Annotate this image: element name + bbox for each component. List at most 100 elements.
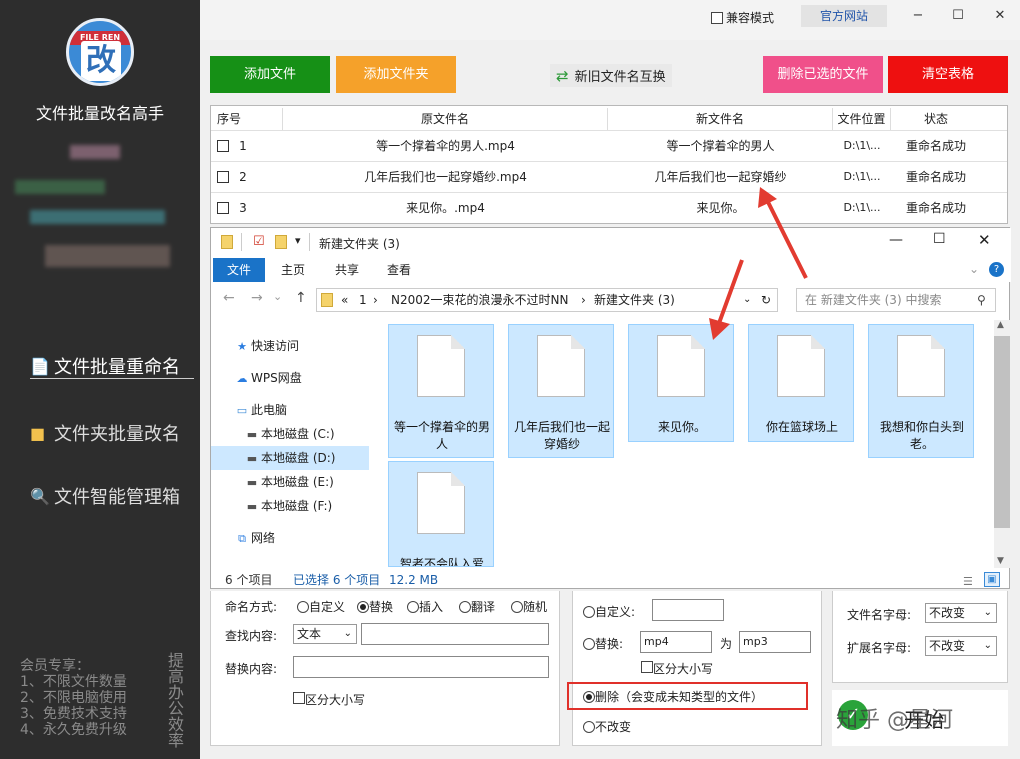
find-type-select[interactable]: 文本 ⌄ — [293, 624, 357, 644]
large-icons-view-icon[interactable]: ▣ — [984, 572, 1000, 587]
scrollbar-thumb[interactable] — [994, 336, 1010, 528]
file-tile[interactable]: 你在篮球场上 — [748, 324, 854, 442]
radio-replace[interactable] — [357, 601, 369, 613]
properties-icon[interactable]: ☑ — [253, 234, 265, 249]
clear-table-button[interactable]: 清空表格 — [888, 56, 1008, 93]
tree-drive-d[interactable]: ▬ 本地磁盘 (D:) — [211, 446, 369, 470]
mode-insert-option[interactable]: 插入 — [407, 598, 443, 615]
col-header-status[interactable]: 状态 — [891, 108, 981, 130]
radio-insert[interactable] — [407, 601, 419, 613]
help-icon[interactable]: ? — [989, 262, 1004, 277]
chevron-down-icon[interactable]: ⌄ — [969, 262, 979, 276]
mode-random-option[interactable]: 随机 — [511, 598, 547, 615]
new-folder-icon[interactable] — [275, 235, 287, 249]
address-segment[interactable]: 新建文件夹 (3) — [594, 289, 675, 311]
file-tile[interactable]: 来见你。 — [628, 324, 734, 442]
radio-translate[interactable] — [459, 601, 471, 613]
mode-custom-option[interactable]: 自定义 — [297, 598, 345, 615]
radio-custom[interactable] — [297, 601, 309, 613]
ext-keep-option[interactable]: 不改变 — [583, 718, 631, 735]
back-icon[interactable]: ← — [223, 290, 235, 306]
delete-selected-button[interactable]: 删除已选的文件 — [763, 56, 883, 93]
radio-ext-delete[interactable] — [583, 691, 595, 703]
tree-drive-f[interactable]: ▬ 本地磁盘 (F:) — [243, 494, 403, 518]
tree-drive-c[interactable]: ▬ 本地磁盘 (C:) — [243, 422, 403, 446]
row-checkbox[interactable] — [217, 202, 229, 214]
details-view-icon[interactable]: ☰ — [963, 572, 973, 592]
tree-this-pc[interactable]: ▭ 此电脑 — [233, 398, 393, 422]
ext-case-checkbox[interactable] — [641, 661, 653, 673]
radio-ext-custom[interactable] — [583, 606, 595, 618]
add-folder-button[interactable]: 添加文件夹 — [336, 56, 456, 93]
tree-quick-access[interactable]: ★ 快速访问 — [233, 334, 393, 358]
file-tile[interactable]: 智者不会队入爱 — [388, 461, 494, 567]
file-name: 智者不会队入爱 — [399, 557, 484, 567]
close-icon[interactable]: ✕ — [990, 6, 1010, 26]
maximize-icon[interactable]: ☐ — [933, 231, 946, 247]
mode-translate-option[interactable]: 翻译 — [459, 598, 495, 615]
separator — [241, 233, 242, 251]
address-segment[interactable]: N2002一束花的浪漫永不过时NN — [391, 289, 568, 311]
chevron-down-icon[interactable]: ⌄ — [743, 289, 751, 311]
col-header-index[interactable]: 序号 — [211, 108, 283, 130]
official-site-button[interactable]: 官方网站 — [801, 5, 887, 27]
start-button[interactable]: ✓ 开始 知乎 @星河 — [832, 690, 1008, 746]
scroll-up-icon[interactable]: ▲ — [997, 320, 1004, 330]
compat-mode-toggle[interactable]: 兼容模式 — [711, 9, 774, 26]
tab-file[interactable]: 文件 — [213, 258, 265, 282]
quick-access-dropdown-icon[interactable]: ▾ — [295, 234, 301, 247]
ext-replace-option[interactable]: 替换: — [583, 635, 623, 652]
address-bar[interactable]: « 1 › N2002一束花的浪漫永不过时NN › 新建文件夹 (3) ⌄ ↻ — [316, 288, 778, 312]
mode-replace-option[interactable]: 替换 — [357, 598, 393, 615]
forward-icon[interactable]: → — [251, 290, 263, 306]
compat-checkbox[interactable] — [711, 11, 723, 24]
minimize-icon[interactable]: − — [908, 6, 928, 26]
nav-smart-manager[interactable]: 🔍 文件智能管理箱 — [30, 483, 180, 509]
row-checkbox[interactable] — [217, 140, 229, 152]
ext-case-option[interactable]: 区分大小写 — [641, 660, 713, 677]
address-segment[interactable]: 1 — [359, 289, 367, 311]
row-checkbox[interactable] — [217, 171, 229, 183]
up-icon[interactable]: ↑ — [295, 290, 307, 306]
swap-names-button[interactable]: ⇄ 新旧文件名互换 — [550, 64, 672, 87]
ext-custom-option[interactable]: 自定义: — [583, 603, 635, 620]
name-case-select[interactable]: 不改变 ⌄ — [925, 603, 997, 623]
file-tile[interactable]: 几年后我们也一起穿婚纱 — [508, 324, 614, 458]
recent-dropdown-icon[interactable]: ⌄ — [273, 290, 282, 303]
close-icon[interactable]: ✕ — [978, 231, 991, 249]
nav-folder-rename[interactable]: ■ 文件夹批量改名 — [30, 420, 180, 446]
nav-batch-rename[interactable]: 📄 文件批量重命名 — [30, 353, 180, 379]
case-sensitive-option[interactable]: 区分大小写 — [293, 691, 365, 708]
refresh-icon[interactable]: ↻ — [761, 289, 771, 311]
tab-home[interactable]: 主页 — [281, 258, 305, 282]
tab-view[interactable]: 查看 — [387, 258, 411, 282]
radio-random[interactable] — [511, 601, 523, 613]
ext-replace-from-input[interactable]: mp4 — [640, 631, 712, 653]
add-file-button[interactable]: 添加文件 — [210, 56, 330, 93]
tree-wps-drive[interactable]: ☁ WPS网盘 — [233, 366, 393, 390]
col-header-location[interactable]: 文件位置 — [833, 108, 891, 130]
col-header-original[interactable]: 原文件名 — [283, 108, 608, 130]
table-row[interactable]: 1 等一个撑着伞的男人.mp4 等一个撑着伞的男人 D:\1\... 重命名成功 — [211, 130, 1007, 161]
tab-share[interactable]: 共享 — [335, 258, 359, 282]
ext-custom-input[interactable] — [652, 599, 724, 621]
file-tile[interactable]: 等一个撑着伞的男人 — [388, 324, 494, 458]
col-header-new[interactable]: 新文件名 — [608, 108, 833, 130]
maximize-icon[interactable]: ☐ — [948, 6, 968, 26]
search-input[interactable]: 在 新建文件夹 (3) 中搜索 ⚲ — [796, 288, 996, 312]
tree-drive-e[interactable]: ▬ 本地磁盘 (E:) — [243, 470, 403, 494]
replace-input[interactable] — [293, 656, 549, 678]
minimize-icon[interactable]: — — [889, 232, 903, 248]
case-checkbox[interactable] — [293, 692, 305, 704]
table-row[interactable]: 2 几年后我们也一起穿婚纱.mp4 几年后我们也一起穿婚纱 D:\1\... 重… — [211, 161, 1007, 192]
tree-network[interactable]: ⧉ 网络 — [233, 526, 393, 550]
radio-ext-keep[interactable] — [583, 721, 595, 733]
find-input[interactable] — [361, 623, 549, 645]
scroll-down-icon[interactable]: ▼ — [997, 556, 1004, 566]
table-row[interactable]: 3 来见你。.mp4 来见你。 D:\1\... 重命名成功 — [211, 192, 1007, 223]
file-tile[interactable]: 我想和你白头到老。 — [868, 324, 974, 458]
ext-replace-to-input[interactable]: mp3 — [739, 631, 811, 653]
ext-case-select[interactable]: 不改变 ⌄ — [925, 636, 997, 656]
radio-ext-replace[interactable] — [583, 638, 595, 650]
ext-delete-option[interactable]: 删除（会变成未知类型的文件） — [583, 688, 763, 705]
